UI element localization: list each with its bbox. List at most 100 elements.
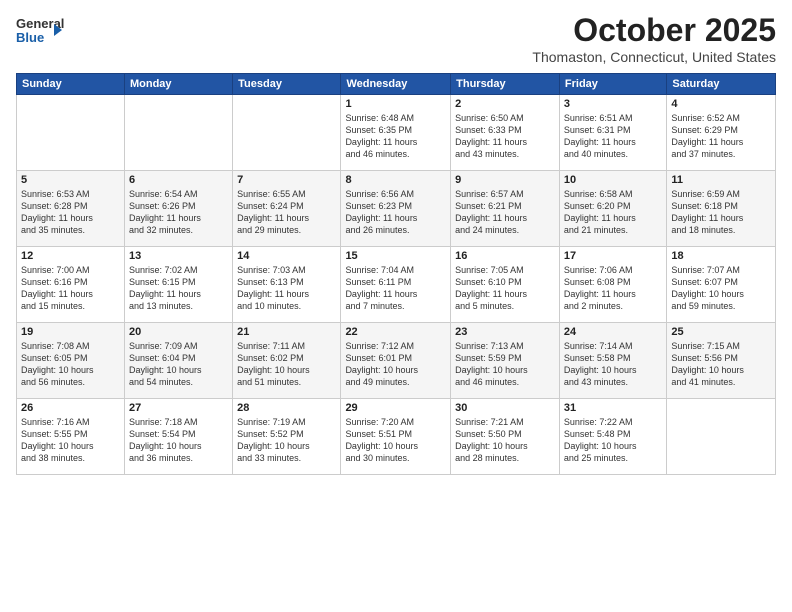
cell-content: Sunrise: 7:18 AM Sunset: 5:54 PM Dayligh… xyxy=(129,416,228,465)
page: General Blue October 2025 Thomaston, Con… xyxy=(0,0,792,612)
day-number: 31 xyxy=(564,402,662,414)
day-number: 5 xyxy=(21,174,120,186)
day-number: 28 xyxy=(237,402,336,414)
col-saturday: Saturday xyxy=(667,74,776,95)
svg-text:Blue: Blue xyxy=(16,30,44,45)
calendar-cell: 2 Sunrise: 6:50 AM Sunset: 6:33 PM Daylig… xyxy=(451,95,560,171)
day-number: 16 xyxy=(455,250,555,262)
cell-content: Sunrise: 6:55 AM Sunset: 6:24 PM Dayligh… xyxy=(237,188,336,237)
cell-content: Sunrise: 6:59 AM Sunset: 6:18 PM Dayligh… xyxy=(671,188,771,237)
cell-content: Sunrise: 7:13 AM Sunset: 5:59 PM Dayligh… xyxy=(455,340,555,389)
location: Thomaston, Connecticut, United States xyxy=(532,49,776,65)
cell-content: Sunrise: 7:08 AM Sunset: 6:05 PM Dayligh… xyxy=(21,340,120,389)
day-number: 20 xyxy=(129,326,228,338)
calendar-cell: 8Sunrise: 6:56 AM Sunset: 6:23 PM Daylig… xyxy=(341,171,451,247)
cell-content: Sunrise: 7:21 AM Sunset: 5:50 PM Dayligh… xyxy=(455,416,555,465)
col-monday: Monday xyxy=(124,74,232,95)
title-block: October 2025 Thomaston, Connecticut, Uni… xyxy=(532,12,776,65)
cell-content: Sunrise: 6:50 AM Sunset: 6:33 PM Dayligh… xyxy=(455,112,555,161)
day-number: 2 xyxy=(455,98,555,110)
calendar-cell: 21Sunrise: 7:11 AM Sunset: 6:02 PM Dayli… xyxy=(233,323,341,399)
cell-content: Sunrise: 7:04 AM Sunset: 6:11 PM Dayligh… xyxy=(345,264,446,313)
calendar-cell: 16 Sunrise: 7:05 AM Sunset: 6:10 PM Dayli… xyxy=(451,247,560,323)
calendar-week-3: 12 Sunrise: 7:00 AM Sunset: 6:16 PM Dayli… xyxy=(17,247,776,323)
day-number: 22 xyxy=(345,326,446,338)
day-number: 29 xyxy=(345,402,446,414)
calendar-header-row: Sunday Monday Tuesday Wednesday Thursday… xyxy=(17,74,776,95)
day-number: 25 xyxy=(671,326,771,338)
day-number: 24 xyxy=(564,326,662,338)
cell-content: Sunrise: 6:54 AM Sunset: 6:26 PM Dayligh… xyxy=(129,188,228,237)
col-tuesday: Tuesday xyxy=(233,74,341,95)
cell-content: Sunrise: 7:20 AM Sunset: 5:51 PM Dayligh… xyxy=(345,416,446,465)
calendar-cell: 20 Sunrise: 7:09 AM Sunset: 6:04 PM Dayli… xyxy=(124,323,232,399)
calendar-cell: 29 Sunrise: 7:20 AM Sunset: 5:51 PM Dayli… xyxy=(341,399,451,475)
calendar-cell xyxy=(124,95,232,171)
cell-content: Sunrise: 7:03 AM Sunset: 6:13 PM Dayligh… xyxy=(237,264,336,313)
day-number: 23 xyxy=(455,326,555,338)
col-friday: Friday xyxy=(559,74,666,95)
calendar-cell: 24 Sunrise: 7:14 AM Sunset: 5:58 PM Dayli… xyxy=(559,323,666,399)
calendar-cell: 28Sunrise: 7:19 AM Sunset: 5:52 PM Dayli… xyxy=(233,399,341,475)
calendar-cell: 17Sunrise: 7:06 AM Sunset: 6:08 PM Dayli… xyxy=(559,247,666,323)
logo-icon: General Blue xyxy=(16,12,64,54)
calendar-cell: 5 Sunrise: 6:53 AM Sunset: 6:28 PM Daylig… xyxy=(17,171,125,247)
cell-content: Sunrise: 7:06 AM Sunset: 6:08 PM Dayligh… xyxy=(564,264,662,313)
cell-content: Sunrise: 7:14 AM Sunset: 5:58 PM Dayligh… xyxy=(564,340,662,389)
logo: General Blue xyxy=(16,12,64,59)
cell-content: Sunrise: 6:51 AM Sunset: 6:31 PM Dayligh… xyxy=(564,112,662,161)
calendar-cell: 12 Sunrise: 7:00 AM Sunset: 6:16 PM Dayli… xyxy=(17,247,125,323)
col-wednesday: Wednesday xyxy=(341,74,451,95)
cell-content: Sunrise: 7:09 AM Sunset: 6:04 PM Dayligh… xyxy=(129,340,228,389)
logo-container: General Blue xyxy=(16,12,64,59)
calendar-cell: 22 Sunrise: 7:12 AM Sunset: 6:01 PM Dayli… xyxy=(341,323,451,399)
calendar-cell: 27 Sunrise: 7:18 AM Sunset: 5:54 PM Dayli… xyxy=(124,399,232,475)
calendar-cell xyxy=(233,95,341,171)
cell-content: Sunrise: 7:12 AM Sunset: 6:01 PM Dayligh… xyxy=(345,340,446,389)
calendar-cell: 30Sunrise: 7:21 AM Sunset: 5:50 PM Dayli… xyxy=(451,399,560,475)
day-number: 1 xyxy=(345,98,446,110)
calendar-cell: 1Sunrise: 6:48 AM Sunset: 6:35 PM Daylig… xyxy=(341,95,451,171)
day-number: 13 xyxy=(129,250,228,262)
calendar-cell: 6Sunrise: 6:54 AM Sunset: 6:26 PM Daylig… xyxy=(124,171,232,247)
calendar-cell: 11 Sunrise: 6:59 AM Sunset: 6:18 PM Dayli… xyxy=(667,171,776,247)
calendar-cell: 18 Sunrise: 7:07 AM Sunset: 6:07 PM Dayli… xyxy=(667,247,776,323)
calendar-cell: 26 Sunrise: 7:16 AM Sunset: 5:55 PM Dayli… xyxy=(17,399,125,475)
day-number: 21 xyxy=(237,326,336,338)
header: General Blue October 2025 Thomaston, Con… xyxy=(16,12,776,65)
day-number: 10 xyxy=(564,174,662,186)
calendar-cell: 13Sunrise: 7:02 AM Sunset: 6:15 PM Dayli… xyxy=(124,247,232,323)
day-number: 4 xyxy=(671,98,771,110)
cell-content: Sunrise: 6:56 AM Sunset: 6:23 PM Dayligh… xyxy=(345,188,446,237)
calendar-week-5: 26 Sunrise: 7:16 AM Sunset: 5:55 PM Dayli… xyxy=(17,399,776,475)
calendar-week-2: 5 Sunrise: 6:53 AM Sunset: 6:28 PM Daylig… xyxy=(17,171,776,247)
col-sunday: Sunday xyxy=(17,74,125,95)
cell-content: Sunrise: 7:16 AM Sunset: 5:55 PM Dayligh… xyxy=(21,416,120,465)
day-number: 19 xyxy=(21,326,120,338)
calendar-week-1: 1Sunrise: 6:48 AM Sunset: 6:35 PM Daylig… xyxy=(17,95,776,171)
cell-content: Sunrise: 6:57 AM Sunset: 6:21 PM Dayligh… xyxy=(455,188,555,237)
month-title: October 2025 xyxy=(532,12,776,49)
calendar-cell: 7Sunrise: 6:55 AM Sunset: 6:24 PM Daylig… xyxy=(233,171,341,247)
day-number: 26 xyxy=(21,402,120,414)
cell-content: Sunrise: 7:00 AM Sunset: 6:16 PM Dayligh… xyxy=(21,264,120,313)
day-number: 12 xyxy=(21,250,120,262)
cell-content: Sunrise: 7:05 AM Sunset: 6:10 PM Dayligh… xyxy=(455,264,555,313)
day-number: 11 xyxy=(671,174,771,186)
cell-content: Sunrise: 7:15 AM Sunset: 5:56 PM Dayligh… xyxy=(671,340,771,389)
calendar-cell: 23 Sunrise: 7:13 AM Sunset: 5:59 PM Dayli… xyxy=(451,323,560,399)
calendar-cell: 9Sunrise: 6:57 AM Sunset: 6:21 PM Daylig… xyxy=(451,171,560,247)
calendar-table: Sunday Monday Tuesday Wednesday Thursday… xyxy=(16,73,776,475)
day-number: 15 xyxy=(345,250,446,262)
day-number: 18 xyxy=(671,250,771,262)
day-number: 14 xyxy=(237,250,336,262)
cell-content: Sunrise: 7:07 AM Sunset: 6:07 PM Dayligh… xyxy=(671,264,771,313)
calendar-cell: 10Sunrise: 6:58 AM Sunset: 6:20 PM Dayli… xyxy=(559,171,666,247)
col-thursday: Thursday xyxy=(451,74,560,95)
calendar-cell: 25 Sunrise: 7:15 AM Sunset: 5:56 PM Dayli… xyxy=(667,323,776,399)
calendar-cell xyxy=(17,95,125,171)
day-number: 3 xyxy=(564,98,662,110)
cell-content: Sunrise: 6:53 AM Sunset: 6:28 PM Dayligh… xyxy=(21,188,120,237)
day-number: 27 xyxy=(129,402,228,414)
cell-content: Sunrise: 6:52 AM Sunset: 6:29 PM Dayligh… xyxy=(671,112,771,161)
